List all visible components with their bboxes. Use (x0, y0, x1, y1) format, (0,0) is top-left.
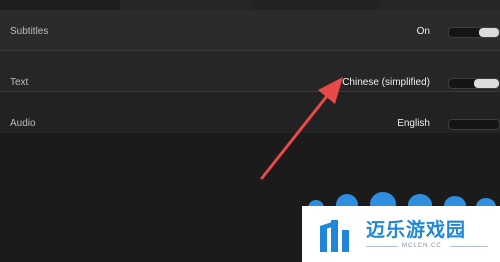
audio-slider[interactable] (448, 119, 500, 130)
audio-label: Audio (10, 118, 36, 129)
settings-list: Subtitles On Text Chinese (simplified) A… (0, 10, 500, 133)
watermark-url: MCLCN.CC (402, 243, 442, 249)
settings-screen: Subtitles On Text Chinese (simplified) A… (0, 0, 500, 262)
text-setting-row[interactable]: Text Chinese (simplified) (0, 51, 500, 92)
text-slider[interactable] (448, 78, 500, 89)
watermark-rule (366, 246, 398, 247)
text-slider-fill (474, 79, 499, 88)
subtitles-label: Subtitles (10, 26, 49, 37)
top-strip (0, 0, 500, 10)
watermark-logo-icon (320, 220, 349, 252)
text-label: Text (10, 77, 29, 88)
watermark-card: 迈乐游戏园 MCLCN.CC (302, 206, 500, 262)
watermark-rule (450, 246, 488, 247)
watermark: 迈乐游戏园 MCLCN.CC (296, 190, 500, 262)
subtitles-slider-fill (479, 28, 499, 37)
audio-setting-row[interactable]: Audio English (0, 92, 500, 133)
watermark-text: 迈乐游戏园 (366, 219, 467, 241)
audio-value[interactable]: English (397, 118, 430, 129)
subtitles-value[interactable]: On (417, 26, 430, 37)
subtitles-slider[interactable] (448, 27, 500, 38)
subtitles-setting-row[interactable]: Subtitles On (0, 10, 500, 51)
text-value[interactable]: Chinese (simplified) (342, 77, 430, 88)
